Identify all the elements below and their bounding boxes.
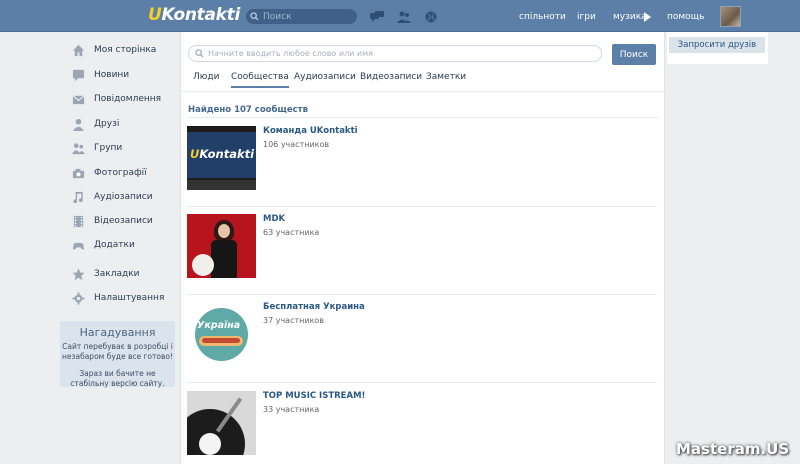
search-results-card: Поиск Люди Сообщества Аудиозаписи Видеоз…	[180, 32, 666, 464]
sidebar-item-label: Повідомлення	[94, 94, 162, 104]
envelope-icon	[71, 92, 85, 106]
tabs-divider	[181, 91, 666, 92]
sidebar-item-label: Аудіозаписи	[94, 192, 153, 202]
sidebar-item-label: Моя сторінка	[94, 45, 157, 55]
top-header: UKontakti спільноти ігри музика помощь	[0, 0, 800, 32]
sidebar-item-settings[interactable]: Налаштування	[71, 289, 181, 307]
header-search-input[interactable]	[263, 11, 355, 22]
tab-notes[interactable]: Заметки	[426, 72, 466, 82]
tab-people[interactable]: Люди	[193, 72, 219, 82]
member-count: 33 участника	[263, 405, 320, 414]
gear-icon	[71, 291, 85, 305]
sidebar-item-label: Друзі	[94, 119, 120, 129]
main-search[interactable]	[188, 45, 602, 62]
group-thumbnail[interactable]: Україна	[187, 302, 256, 366]
thumb-logo-u: U	[190, 147, 200, 161]
watermark: Masteram.US	[676, 440, 790, 458]
invite-friends-button[interactable]: Запросити друзів	[669, 37, 765, 53]
friends-icon[interactable]	[397, 11, 411, 23]
search-icon	[250, 12, 259, 21]
sidebar-item-news[interactable]: Новини	[71, 66, 181, 84]
thumb-balloon	[192, 254, 214, 276]
camera-icon	[71, 166, 85, 180]
sidebar-item-bookmarks[interactable]: Закладки	[71, 265, 181, 283]
site-logo[interactable]: UKontakti	[148, 5, 240, 25]
sidebar-item-label: Групи	[94, 143, 123, 153]
sidebar-item-videos[interactable]: Відеозаписи	[71, 212, 181, 230]
row-divider	[187, 294, 657, 295]
sidebar-item-audio[interactable]: Аудіозаписи	[71, 188, 181, 206]
member-count: 106 участников	[263, 140, 330, 149]
group-thumbnail[interactable]: UKontakti	[187, 126, 256, 190]
nav-music[interactable]: музика	[613, 12, 647, 22]
home-icon	[71, 43, 85, 57]
thumb-label	[199, 433, 221, 455]
gamepad-icon	[71, 238, 85, 252]
thumb-circle	[195, 308, 248, 361]
search-icon	[195, 49, 204, 58]
group-thumbnail[interactable]	[187, 214, 256, 278]
logo-rest: Kontakti	[161, 5, 241, 25]
thumb-sausage	[202, 338, 240, 343]
group-name[interactable]: MDK	[263, 214, 285, 224]
sidebar-item-friends[interactable]: Друзі	[71, 115, 181, 133]
tab-audio[interactable]: Аудиозаписи	[294, 72, 356, 82]
tab-communities[interactable]: Сообщества	[231, 72, 289, 88]
member-count: 63 участника	[263, 228, 320, 237]
nav-communities[interactable]: спільноти	[519, 12, 566, 22]
sidebar-item-photos[interactable]: Фотографії	[71, 164, 181, 182]
right-panel: Запросити друзів	[667, 32, 768, 64]
sidebar-item-label: Закладки	[94, 269, 140, 279]
row-divider	[187, 206, 657, 207]
notice-text-2: Зараз ви бачите не стабільну версію сайт…	[70, 369, 165, 388]
sidebar-item-label: Новини	[94, 70, 130, 80]
logo-u: U	[148, 5, 162, 25]
tab-videos[interactable]: Видеозаписи	[360, 72, 422, 82]
notice-title: Нагадування	[79, 326, 156, 339]
results-count: Найдено 107 сообществ	[188, 105, 308, 115]
sidebar-item-messages[interactable]: Повідомлення	[71, 90, 181, 108]
search-button[interactable]: Поиск	[612, 44, 656, 65]
user-icon	[71, 117, 85, 131]
news-icon	[71, 68, 85, 82]
group-name[interactable]: TOP MUSIC ISTREAM!	[263, 391, 365, 401]
thumb-face	[218, 224, 230, 238]
notice-text-1: Сайт перебуває в розробці і незабаром бу…	[61, 342, 173, 361]
nav-help[interactable]: помощь	[667, 12, 704, 22]
header-search[interactable]	[246, 9, 357, 24]
sidebar-item-apps[interactable]: Додатки	[71, 236, 181, 254]
member-count: 37 участников	[263, 316, 325, 325]
group-icon	[71, 141, 85, 155]
film-icon	[71, 214, 85, 228]
music-note-icon	[71, 190, 85, 204]
group-name[interactable]: Бесплатная Украина	[263, 302, 365, 312]
sidebar-item-groups[interactable]: Групи	[71, 139, 181, 157]
main-search-input[interactable]	[208, 49, 588, 58]
row-divider	[187, 382, 657, 383]
group-thumbnail[interactable]	[187, 391, 256, 455]
sidebar-item-label: Фотографії	[94, 168, 147, 178]
reminder-notice: Нагадування Сайт перебуває в розробці і …	[60, 321, 175, 388]
thumb-title: Україна	[197, 320, 241, 331]
sidebar-item-label: Додатки	[94, 240, 135, 250]
thumb-logo: UKontakti	[190, 147, 254, 161]
sidebar-item-my-page[interactable]: Моя сторінка	[71, 41, 181, 59]
group-name[interactable]: Команда UKontakti	[263, 126, 358, 136]
sidebar-item-label: Відеозаписи	[94, 216, 153, 226]
sidebar-item-label: Налаштування	[94, 293, 165, 303]
thumb-stand	[187, 180, 256, 190]
star-icon	[71, 267, 85, 281]
globe-icon[interactable]	[424, 11, 438, 23]
thumb-body	[211, 240, 237, 278]
results-divider	[188, 117, 658, 118]
nav-games[interactable]: ігри	[577, 12, 596, 22]
user-avatar[interactable]	[720, 6, 741, 27]
play-icon[interactable]	[644, 12, 651, 22]
thumb-logo-rest: Kontakti	[199, 147, 255, 161]
chat-bubbles-icon[interactable]	[370, 11, 384, 23]
